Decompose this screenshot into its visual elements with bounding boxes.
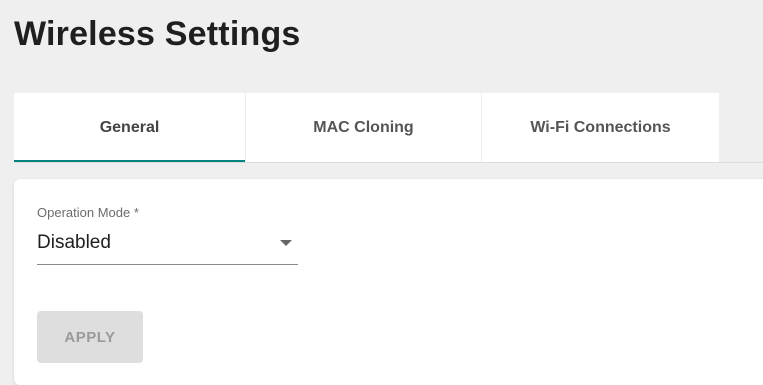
tab-mac-cloning[interactable]: MAC Cloning [246,93,482,163]
operation-mode-label: Operation Mode * [37,205,139,220]
apply-button[interactable]: APPLY [37,311,143,363]
tab-wifi-connections[interactable]: Wi-Fi Connections [482,93,719,163]
operation-mode-value: Disabled [37,232,111,253]
chevron-down-icon [280,240,292,246]
tab-bar: General MAC Cloning Wi-Fi Connections [14,93,719,163]
tab-general-label: General [99,119,160,136]
operation-mode-select[interactable]: Disabled [37,223,298,265]
tab-general[interactable]: General [14,93,246,163]
tab-wifi-connections-label: Wi-Fi Connections [530,119,671,136]
settings-card: Operation Mode * Disabled APPLY [14,179,763,385]
page-title: Wireless Settings [14,15,301,53]
tab-divider [14,162,763,163]
tab-mac-cloning-label: MAC Cloning [313,119,414,136]
